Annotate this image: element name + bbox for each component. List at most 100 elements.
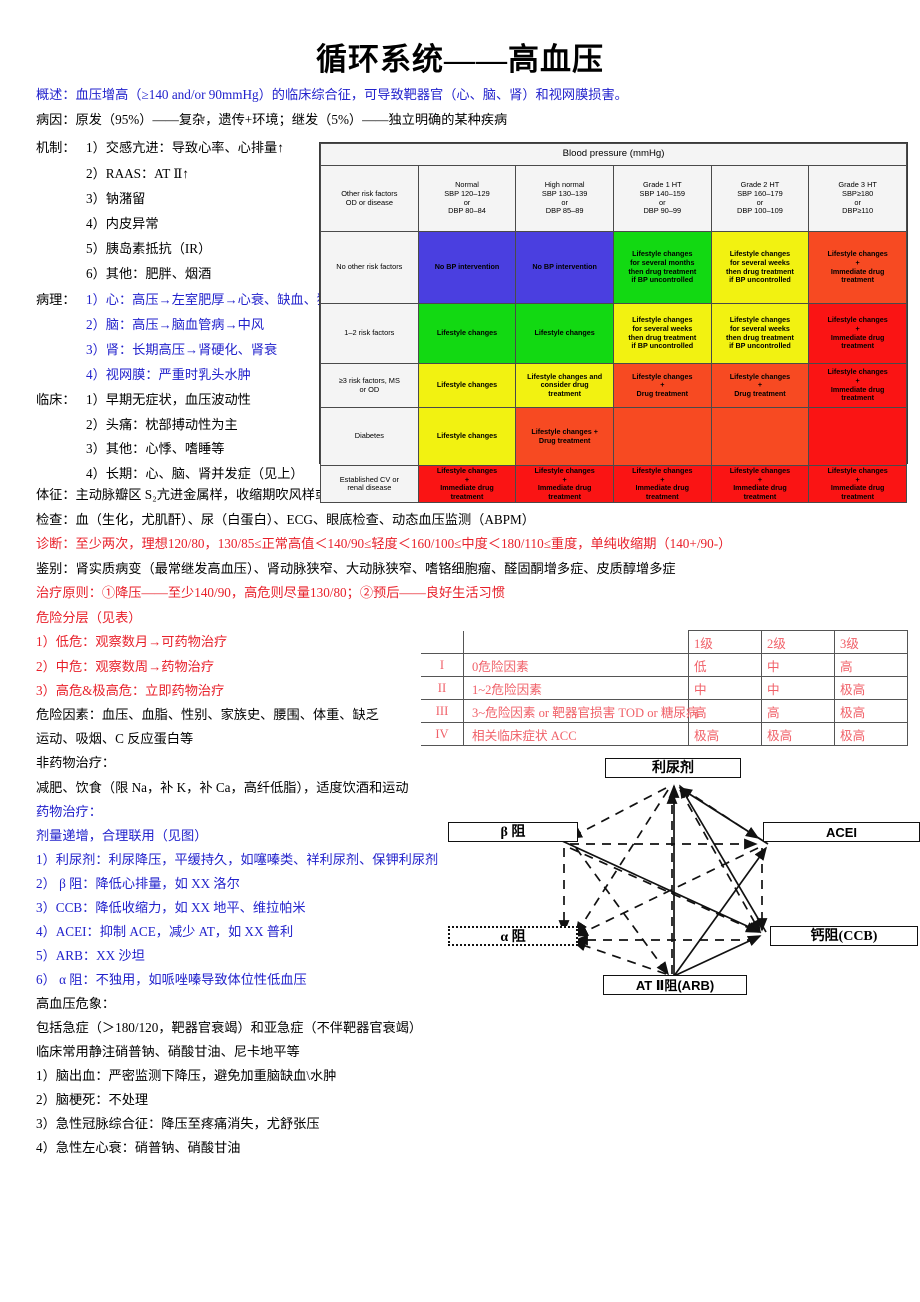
table-row: I 0危险因素低中高	[421, 653, 908, 677]
text-line: 2）RAAS：AT Ⅱ↑	[86, 166, 189, 181]
text-line: 1）利尿剂：利尿降压，平缓持久，如噻嗪类、祥利尿剂、保钾利尿剂	[36, 852, 439, 867]
bp-table-row-label: Diabetes	[320, 407, 419, 466]
text-line: 3）高危&极高危：立即药物治疗	[36, 683, 225, 698]
bp-table-col-header: High normal SBP 130–139 or DBP 85–89	[515, 165, 614, 232]
bp-table-cell: Lifestyle changes for several weeks then…	[710, 231, 810, 304]
text-line: 2）头痛：枕部搏动性为主	[86, 417, 238, 432]
bp-table-cell: Lifestyle changes + Drug treatment	[612, 363, 712, 408]
bp-table-cell: Lifestyle changes + Drug treatment	[515, 407, 614, 466]
risk-row-grade3: 极高	[834, 676, 908, 700]
risk-row-numeral: IV	[421, 722, 464, 746]
bp-table-row-label: 1–2 risk factors	[320, 303, 419, 364]
risk-row-description: 0危险因素	[463, 653, 689, 677]
bp-table-cell: Lifestyle changes + Immediate drug treat…	[612, 464, 712, 504]
text-line: 4）内皮异常	[86, 216, 159, 231]
drug-combination-diagram: 利尿剂 β 阻 ACEI α 阻 钙阻(CCB) AT Ⅱ阻(ARB)	[400, 752, 920, 1000]
text-line: 机制：	[36, 140, 76, 155]
risk-row-grade3: 极高	[834, 722, 908, 746]
risk-row-description: 3~危险因素 or 靶器官损害 TOD or 糖尿病	[463, 699, 699, 723]
text-line: 概述：血压增高（≥140 and/or 90mmHg）的临床综合征，可导致靶器官…	[36, 87, 628, 102]
bp-table-cell: No BP intervention	[515, 231, 614, 304]
table-row: Established CV or renal disease Lifestyle…	[320, 464, 907, 504]
bp-table-cell	[710, 407, 810, 466]
text-line: 病理：	[36, 292, 76, 307]
risk-row-grade2: 中	[761, 653, 835, 677]
page-title: 循环系统——高血压	[316, 42, 604, 77]
risk-row-grade1: 中	[688, 676, 762, 700]
bp-table-cell	[612, 407, 712, 466]
bp-table-main-header: Blood pressure (mmHg)	[320, 143, 907, 166]
text-line: 临床常用静注硝普钠、硝酸甘油、尼卡地平等	[36, 1044, 300, 1059]
risk-table-header-row: 1级 2级 3级	[421, 630, 908, 654]
bp-table-cell: Lifestyle changes + Immediate drug treat…	[710, 464, 810, 504]
bp-table-cell: Lifestyle changes + Immediate drug treat…	[808, 363, 907, 408]
document-page: 循环系统——高血压 概述：血压增高（≥140 and/or 90mmHg）的临床…	[0, 0, 920, 1302]
risk-row-grade3: 高	[834, 653, 908, 677]
risk-row-description: 相关临床症状 ACC	[463, 722, 689, 746]
risk-stratification-table: 1级 2级 3级 I 0危险因素低中高 II 1~2危险因素中中极高 III 3~危险因素 or…	[421, 630, 908, 746]
text-line: 1）脑出血：严密监测下降压，避免加重脑缺血\水肿	[36, 1068, 337, 1083]
text-line: 危险因素：血压、血脂、性别、家族史、腰围、体重、缺乏	[36, 707, 379, 722]
bp-table-cell: Lifestyle changes for several weeks then…	[612, 303, 712, 364]
text-line: 2）脑梗死：不处理	[36, 1092, 149, 1107]
text-line: 减肥、饮食（限 Na，补 K，补 Ca，高纤低脂），适度饮酒和运动	[36, 780, 409, 795]
risk-row-numeral: I	[421, 653, 464, 677]
diagram-node-arb: AT Ⅱ阻(ARB)	[603, 975, 747, 995]
text-line: 危险分层（见表）	[36, 610, 142, 625]
risk-row-description: 1~2危险因素	[463, 676, 689, 700]
text-line: 2）中危：观察数周→药物治疗	[36, 659, 215, 674]
bp-table-cell: No BP intervention	[417, 231, 517, 304]
text-line: 剂量递增，合理联用（见图）	[36, 828, 208, 843]
text-line: 1）早期无症状，血压波动性	[86, 392, 251, 407]
diagram-node-ccb: 钙阻(CCB)	[770, 926, 918, 946]
text-line: 1）交感亢进：导致心率、心排量↑	[86, 140, 284, 155]
text-line: 5）胰岛素抵抗（IR）	[86, 241, 212, 256]
blood-pressure-risk-table: Blood pressure (mmHg) Other risk factors …	[319, 142, 908, 504]
bp-table-cell: Lifestyle changes	[417, 363, 517, 408]
table-row: 1–2 risk factors Lifestyle changes Lifesty…	[320, 303, 907, 364]
risk-row-grade2: 极高	[761, 722, 835, 746]
text-line: 2） β 阻：降低心排量，如 XX 洛尔	[36, 876, 240, 891]
bp-table-corner-label: Other risk factors OD or disease	[320, 165, 419, 232]
diagram-node-alpha: α 阻	[448, 926, 578, 946]
diagram-node-acei: ACEI	[763, 822, 920, 842]
text-line: 4）长期：心、脑、肾并发症（见上）	[86, 466, 304, 481]
text-line: 病因：原发（95%）——复杂，遗传+环境；继发（5%）——独立明确的某种疾病	[36, 112, 508, 127]
text-line: 包括急症（＞180/120，靶器官衰竭）和亚急症（不伴靶器官衰竭）	[36, 1020, 423, 1035]
risk-header-blank-2	[463, 630, 689, 654]
risk-row-grade1: 低	[688, 653, 762, 677]
bp-table-cell: Lifestyle changes for several weeks then…	[710, 303, 810, 364]
bp-table-cell: Lifestyle changes for several months the…	[612, 231, 712, 304]
text-line: 3）其他：心悸、嗜睡等	[86, 441, 225, 456]
text-line: 4）ACEI：抑制 ACE，减少 AT，如 XX 普利	[36, 924, 294, 939]
text-line: 诊断：至少两次，理想120/80，130/85≤正常高值＜140/90≤轻度＜1…	[36, 536, 732, 551]
bp-table-row-label: ≥3 risk factors, MS or OD	[320, 363, 419, 408]
bp-table-row-label: No other risk factors	[320, 231, 419, 304]
bp-table-cell: Lifestyle changes + Immediate drug treat…	[515, 464, 614, 504]
bp-table-col-header: Grade 1 HT SBP 140–159 or DBP 90–99	[612, 165, 712, 232]
bp-table-col-header: Grade 2 HT SBP 160–179 or DBP 100–109	[710, 165, 810, 232]
risk-row-grade1: 高	[688, 699, 762, 723]
text-line: 6）其他：肥胖、烟酒	[86, 266, 212, 281]
bp-table-cell: Lifestyle changes + Immediate drug treat…	[417, 464, 517, 504]
bp-table-cell: Lifestyle changes + Immediate drug treat…	[808, 303, 907, 364]
text-line: 4）视网膜：严重时乳头水肿	[86, 367, 251, 382]
bp-table-col-header: Grade 3 HT SBP≥180 or DBP≥110	[808, 165, 907, 232]
risk-row-grade2: 高	[761, 699, 835, 723]
bp-table-cell: Lifestyle changes + Immediate drug treat…	[808, 231, 907, 304]
risk-row-grade2: 中	[761, 676, 835, 700]
text-line: 1）低危：观察数月→可药物治疗	[36, 634, 228, 649]
risk-row-numeral: III	[421, 699, 464, 723]
bp-table-cell: Lifestyle changes	[515, 303, 614, 364]
text-line: 检查：血（生化，尤肌酐）、尿（白蛋白）、ECG、眼底检查、动态血压监测（ABPM…	[36, 512, 535, 527]
text-line: 6） α 阻：不独用，如哌唑嗪导致体位性低血压	[36, 972, 307, 987]
bp-table-cell: Lifestyle changes + Immediate drug treat…	[808, 464, 907, 504]
bp-table-cell	[808, 407, 907, 466]
bp-table-cell: Lifestyle changes	[417, 407, 517, 466]
diagram-node-beta: β 阻	[448, 822, 578, 842]
text-line: 2）脑：高压→脑血管病→中风	[86, 317, 265, 332]
bp-table-cell: Lifestyle changes	[417, 303, 517, 364]
text-line: 临床：	[36, 392, 76, 407]
table-row: III 3~危险因素 or 靶器官损害 TOD or 糖尿病高高极高	[421, 699, 908, 723]
text-line: 非药物治疗：	[36, 755, 116, 770]
